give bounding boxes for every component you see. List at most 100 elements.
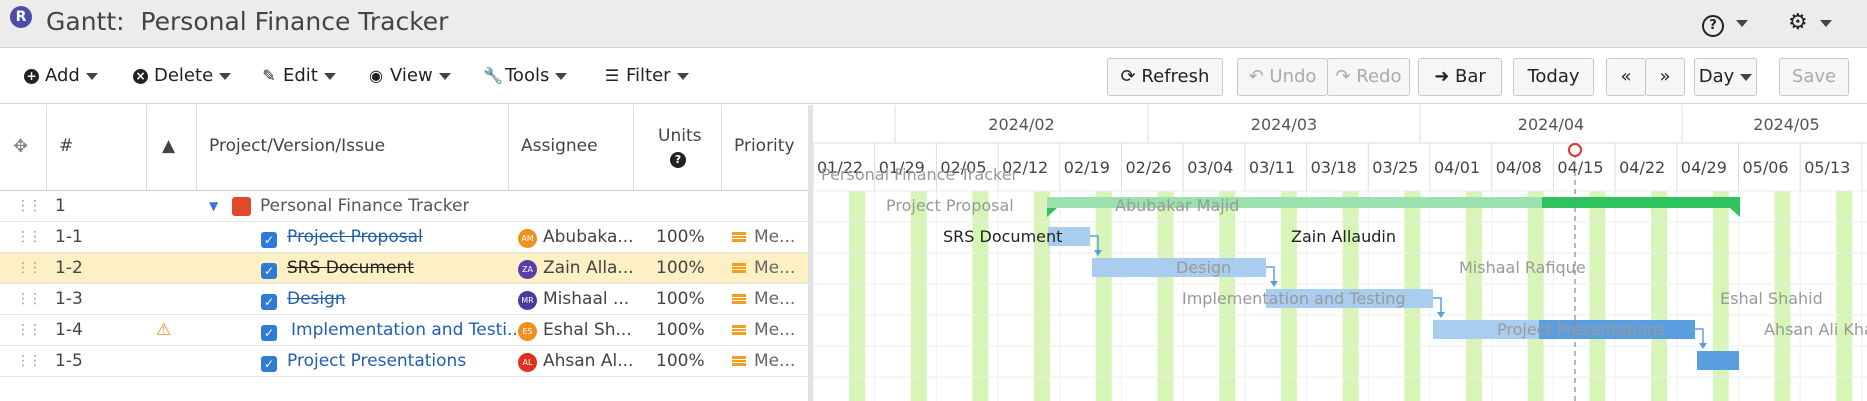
view-menu[interactable]: ◉ View [368, 65, 451, 86]
chevron-down-icon [676, 72, 689, 80]
scale-select[interactable]: Day [1694, 58, 1757, 96]
week-label: 04/01 [1434, 158, 1480, 177]
grid-header: ✥ # ▲ Project/Version/Issue Assignee Uni… [0, 105, 810, 191]
project-column-header[interactable]: Project/Version/Issue [197, 105, 509, 191]
drag-handle-icon[interactable]: ⋮⋮ [16, 222, 40, 253]
priority-label: Me... [754, 227, 796, 247]
table-row[interactable]: ⋮⋮ 1-4 ⚠ ✓ Implementation and Testi... E… [0, 315, 810, 346]
assignee-column-header[interactable]: Assignee [509, 105, 634, 191]
issue-link[interactable]: Design [287, 284, 346, 315]
gantt-label-task: Project Presentations [1497, 320, 1666, 339]
drag-column-header[interactable]: ✥ [0, 105, 47, 191]
priority-cell: Me... [732, 253, 795, 284]
next-button[interactable]: » [1645, 58, 1685, 96]
avatar: AL [518, 353, 537, 372]
save-button[interactable]: Save [1779, 58, 1849, 96]
drag-handle-icon[interactable]: ⋮⋮ [16, 284, 40, 315]
units-column-header[interactable]: Units? [634, 105, 722, 191]
checkbox[interactable]: ✓ [261, 346, 277, 377]
assignee-cell[interactable]: AL Ahsan Al... [518, 346, 633, 377]
checkbox[interactable]: ✓ [261, 284, 277, 315]
assignee-cell[interactable]: ZA Zain Alla... [518, 253, 634, 284]
today-button[interactable]: Today [1513, 58, 1594, 96]
checkbox[interactable]: ✓ [261, 222, 277, 253]
undo-button[interactable]: ↶ Undo [1237, 58, 1328, 96]
refresh-label: Refresh [1141, 66, 1210, 87]
close-circle-icon: × [133, 69, 148, 84]
avatar: MR [518, 291, 537, 310]
drag-handle-icon[interactable]: ⋮⋮ [16, 191, 40, 222]
issue-link[interactable]: Project Proposal [287, 222, 423, 253]
filter-menu[interactable]: ☰ Filter [604, 65, 689, 86]
checkbox[interactable]: ✓ [261, 315, 277, 346]
assignee-name: Zain Alla... [543, 258, 634, 278]
add-menu[interactable]: + Add [24, 65, 98, 86]
eye-icon: ◉ [369, 66, 383, 85]
drag-handle-icon[interactable]: ⋮⋮ [16, 253, 40, 284]
gantt-label-assignee: Mishaal Rafique [1459, 258, 1586, 277]
tools-menu[interactable]: 🔧 Tools [483, 65, 568, 86]
table-row[interactable]: ⋮⋮ 1-3 ✓ Design MR Mishaal ... 100% Me... [0, 284, 810, 315]
next-label: » [1659, 66, 1671, 87]
view-label: View [390, 65, 433, 86]
issue-link[interactable]: SRS Document [287, 253, 414, 284]
units-value: 100% [656, 289, 705, 309]
pencil-icon: ✎ [262, 66, 276, 85]
drag-handle-icon[interactable]: ⋮⋮ [16, 346, 40, 377]
plus-icon: + [24, 69, 39, 84]
bar-button[interactable]: ➜ Bar [1418, 58, 1502, 96]
assignee-header-label: Assignee [521, 136, 598, 156]
gantt-label-root: Personal Finance Tracker [821, 165, 1019, 184]
priority-cell: Me... [732, 346, 795, 377]
gantt-label-task: SRS Document [943, 227, 1063, 246]
units-value: 100% [656, 227, 705, 247]
num-column-header[interactable]: # [47, 105, 147, 191]
project-name[interactable]: Personal Finance Tracker [260, 191, 469, 222]
warning-column-header[interactable]: ▲ [147, 105, 197, 191]
drag-handle-icon[interactable]: ⋮⋮ [16, 315, 40, 346]
assignee-cell[interactable]: ES Eshal Sh... [518, 315, 632, 346]
chevron-down-icon [1736, 20, 1748, 27]
help-menu[interactable]: ? [1702, 10, 1748, 37]
refresh-button[interactable]: ⟳ Refresh [1107, 58, 1223, 96]
table-row[interactable]: ⋮⋮ 1-5 ✓ Project Presentations AL Ahsan A… [0, 346, 810, 377]
table-row[interactable]: ⋮⋮ 1-2 ✓ SRS Document ZA Zain Alla... 100… [0, 253, 810, 284]
prev-button[interactable]: « [1606, 58, 1646, 96]
warning-icon: ▲ [162, 136, 176, 156]
title-bar: R Gantt: Personal Finance Tracker ? ⚙ [0, 0, 1867, 48]
chevron-down-icon [85, 72, 98, 80]
assignee-cell[interactable]: AM Abubaka... [518, 222, 634, 253]
settings-menu[interactable]: ⚙ [1788, 10, 1832, 35]
assignee-name: Abubaka... [543, 227, 634, 247]
add-label: Add [45, 65, 80, 86]
gantt-label-assignee: Abubakar Majid [1115, 196, 1240, 215]
refresh-icon: ⟳ [1120, 66, 1136, 87]
edit-menu[interactable]: ✎ Edit [261, 65, 336, 86]
week-label: 04/29 [1681, 158, 1727, 177]
delete-menu[interactable]: × Delete [133, 65, 232, 86]
issue-link[interactable]: Implementation and Testi... [291, 315, 523, 346]
page-title: Gantt: Personal Finance Tracker [46, 7, 449, 36]
redo-button[interactable]: ↷ Redo [1327, 58, 1410, 96]
row-number: 1-1 [55, 227, 83, 247]
prev-label: « [1620, 66, 1632, 87]
assignee-cell[interactable]: MR Mishaal ... [518, 284, 629, 315]
month-label: 2024/03 [1251, 115, 1317, 134]
gantt-label-task: Design [1176, 258, 1232, 277]
table-row[interactable]: ⋮⋮ 1-1 ✓ Project Proposal AM Abubaka... 1… [0, 222, 810, 253]
move-icon: ✥ [13, 136, 29, 157]
table-row[interactable]: ⋮⋮ 1 ▼ Personal Finance Tracker [0, 191, 810, 222]
issue-link[interactable]: Project Presentations [287, 346, 466, 377]
priority-label: Me... [754, 289, 796, 309]
priority-cell: Me... [732, 315, 795, 346]
summary-bar-start-cap [1047, 208, 1057, 217]
collapse-icon[interactable]: ▼ [209, 191, 218, 222]
week-label: 03/11 [1249, 158, 1295, 177]
checkbox[interactable]: ✓ [261, 253, 277, 284]
summary-bar-end-cap [1730, 208, 1740, 217]
priority-label: Me... [754, 351, 796, 371]
units-value: 100% [656, 320, 705, 340]
task-bar-presentations[interactable] [1697, 351, 1739, 370]
gantt-label-assignee: Eshal Shahid [1720, 289, 1823, 308]
priority-column-header[interactable]: Priority [722, 105, 810, 191]
